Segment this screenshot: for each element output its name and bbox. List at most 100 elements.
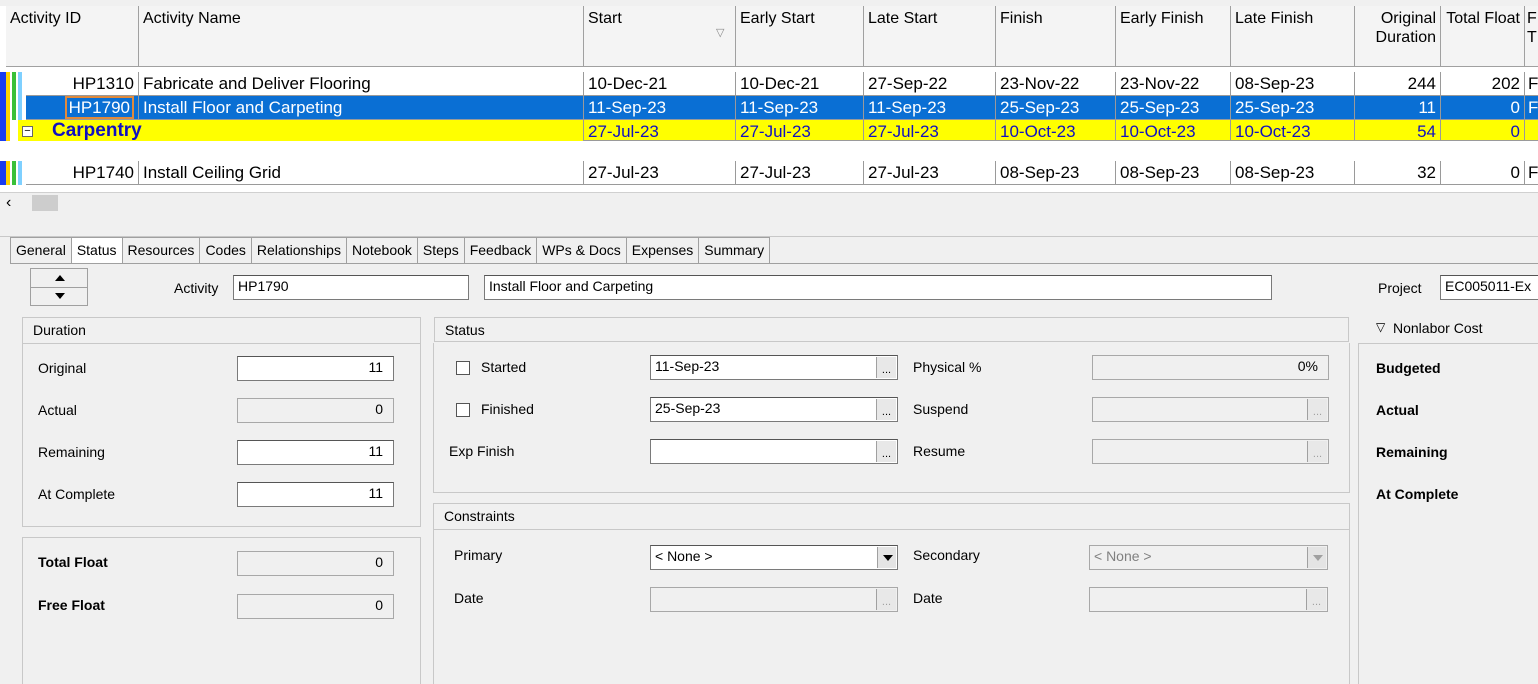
cell-late-finish[interactable]: 25-Sep-23 — [1231, 96, 1355, 120]
cell-id[interactable]: HP1740 — [26, 161, 139, 185]
col-header-finish[interactable]: Finish — [996, 6, 1116, 67]
cell-early-start[interactable]: 27-Jul-23 — [736, 120, 864, 141]
cell-name[interactable]: Install Floor and Carpeting — [139, 96, 584, 120]
remaining-duration-field[interactable]: 11 — [237, 440, 394, 465]
collapse-chevron-icon[interactable]: ▽ — [1376, 320, 1385, 334]
col-header-late-start[interactable]: Late Start — [864, 6, 996, 67]
cell-id[interactable]: HP1310 — [26, 72, 139, 96]
wbs-name: Carpentry — [52, 120, 142, 141]
activity-row[interactable]: HP1740 Install Ceiling Grid 27-Jul-23 27-Ju… — [0, 161, 1538, 185]
scroll-thumb[interactable] — [32, 195, 58, 211]
project-field[interactable]: EC005011-Ex — [1440, 275, 1538, 300]
cell-finish[interactable]: 10-Oct-23 — [996, 120, 1116, 141]
row-spinner[interactable] — [30, 268, 88, 306]
primary-constraint-select[interactable]: < None > — [650, 545, 898, 570]
spin-up-icon[interactable] — [55, 275, 65, 281]
cell-total-float[interactable]: 0 — [1441, 161, 1525, 185]
exp-finish-picker-icon[interactable]: ... — [876, 441, 896, 462]
col-header-late-finish[interactable]: Late Finish — [1231, 6, 1355, 67]
cell-late-start[interactable]: 11-Sep-23 — [864, 96, 996, 120]
cell-name[interactable]: Install Ceiling Grid — [139, 161, 584, 185]
cell-orig-dur[interactable]: 11 — [1355, 96, 1441, 120]
col-header-orig-dur[interactable]: Original Duration — [1355, 6, 1441, 67]
cell-start[interactable]: 11-Sep-23 — [584, 96, 736, 120]
cell-total-float[interactable]: 0 — [1441, 96, 1525, 120]
cell-extra[interactable]: F — [1525, 72, 1538, 96]
spin-down-icon[interactable] — [55, 293, 65, 299]
tab-resources[interactable]: Resources — [121, 237, 201, 264]
cell-start[interactable]: 27-Jul-23 — [584, 161, 736, 185]
cell-finish[interactable]: 25-Sep-23 — [996, 96, 1116, 120]
started-checkbox[interactable] — [456, 361, 470, 375]
tab-codes[interactable]: Codes — [199, 237, 252, 264]
cell-orig-dur[interactable]: 244 — [1355, 72, 1441, 96]
cell-late-finish[interactable]: 08-Sep-23 — [1231, 161, 1355, 185]
cell-late-finish[interactable]: 08-Sep-23 — [1231, 72, 1355, 96]
focused-cell-box: HP1790 — [64, 96, 134, 119]
finished-checkbox[interactable] — [456, 403, 470, 417]
scroll-left-icon[interactable]: ‹ — [6, 193, 11, 213]
cell-orig-dur[interactable]: 54 — [1355, 120, 1441, 141]
finished-date-field[interactable]: 25-Sep-23... — [650, 397, 898, 422]
col-header-id[interactable]: Activity ID — [6, 6, 139, 67]
cell-early-start[interactable]: 11-Sep-23 — [736, 96, 864, 120]
primary-dropdown-icon[interactable] — [877, 547, 896, 568]
nonlabor-at-complete-label: At Complete — [1376, 486, 1459, 502]
activity-id-field[interactable]: HP1790 — [233, 275, 469, 300]
pane-splitter[interactable] — [0, 212, 1538, 237]
col-header-extra[interactable]: F T — [1525, 6, 1538, 67]
col-header-early-start[interactable]: Early Start — [736, 6, 864, 67]
tab-summary[interactable]: Summary — [698, 237, 771, 264]
col-header-early-finish[interactable]: Early Finish — [1116, 6, 1231, 67]
cell-early-finish[interactable]: 25-Sep-23 — [1116, 96, 1231, 120]
tab-steps[interactable]: Steps — [416, 237, 465, 264]
cell-late-start[interactable]: 27-Jul-23 — [864, 161, 996, 185]
cell-early-start[interactable]: 27-Jul-23 — [736, 161, 864, 185]
at-complete-duration-field[interactable]: 11 — [237, 482, 394, 507]
col-header-total-float[interactable]: Total Float — [1441, 6, 1525, 67]
tab-feedback[interactable]: Feedback — [463, 237, 538, 264]
cell-early-start[interactable]: 10-Dec-21 — [736, 72, 864, 96]
cell-extra[interactable]: F — [1525, 161, 1538, 185]
total-float-label: Total Float — [38, 554, 108, 570]
cell-orig-dur[interactable]: 32 — [1355, 161, 1441, 185]
cell-name[interactable]: Fabricate and Deliver Flooring — [139, 72, 584, 96]
tab-status[interactable]: Status — [70, 237, 123, 265]
cell-finish[interactable]: 23-Nov-22 — [996, 72, 1116, 96]
cell-total-float[interactable]: 0 — [1441, 120, 1525, 141]
tab-wps-docs[interactable]: WPs & Docs — [536, 237, 627, 264]
cell-finish[interactable]: 08-Sep-23 — [996, 161, 1116, 185]
tab-general[interactable]: General — [10, 237, 72, 264]
cell-start[interactable]: 27-Jul-23 — [584, 120, 736, 141]
cell-id[interactable]: HP1790 — [26, 96, 139, 120]
horizontal-scrollbar[interactable]: ‹ — [0, 192, 1538, 212]
exp-finish-field[interactable]: ... — [650, 439, 898, 464]
collapse-toggle-icon[interactable]: − — [22, 126, 33, 137]
tab-relationships[interactable]: Relationships — [250, 237, 347, 264]
activity-row[interactable]: HP1310 Fabricate and Deliver Flooring 10-D… — [0, 72, 1538, 96]
started-date-field[interactable]: 11-Sep-23... — [650, 355, 898, 380]
tab-notebook[interactable]: Notebook — [345, 237, 418, 264]
wbs-level-bar — [12, 96, 16, 120]
cell-start[interactable]: 10-Dec-21 — [584, 72, 736, 96]
cell-total-float[interactable]: 202 — [1441, 72, 1525, 96]
cell-late-start[interactable]: 27-Jul-23 — [864, 120, 996, 141]
budgeted-label: Budgeted — [1376, 360, 1441, 376]
cell-late-start[interactable]: 27-Sep-22 — [864, 72, 996, 96]
cell-late-finish[interactable]: 10-Oct-23 — [1231, 120, 1355, 141]
cell-early-finish[interactable]: 08-Sep-23 — [1116, 161, 1231, 185]
nonlabor-title[interactable]: Nonlabor Cost — [1393, 320, 1483, 336]
original-duration-field[interactable]: 11 — [237, 356, 394, 381]
col-header-start[interactable]: Start — [584, 6, 736, 67]
cell-early-finish[interactable]: 10-Oct-23 — [1116, 120, 1231, 141]
finished-date-picker-icon[interactable]: ... — [876, 399, 896, 420]
started-date-picker-icon[interactable]: ... — [876, 357, 896, 378]
activity-name-field[interactable]: Install Floor and Carpeting — [484, 275, 1272, 300]
col-header-name[interactable]: Activity Name — [139, 6, 584, 67]
cell-extra[interactable]: F — [1525, 96, 1538, 120]
primary-label: Primary — [454, 547, 503, 563]
tab-expenses[interactable]: Expenses — [625, 237, 700, 264]
activity-row[interactable]: HP1790 Install Floor and Carpeting 11-Sep-… — [0, 96, 1538, 120]
cell-early-finish[interactable]: 23-Nov-22 — [1116, 72, 1231, 96]
cell-extra[interactable] — [1525, 120, 1538, 141]
